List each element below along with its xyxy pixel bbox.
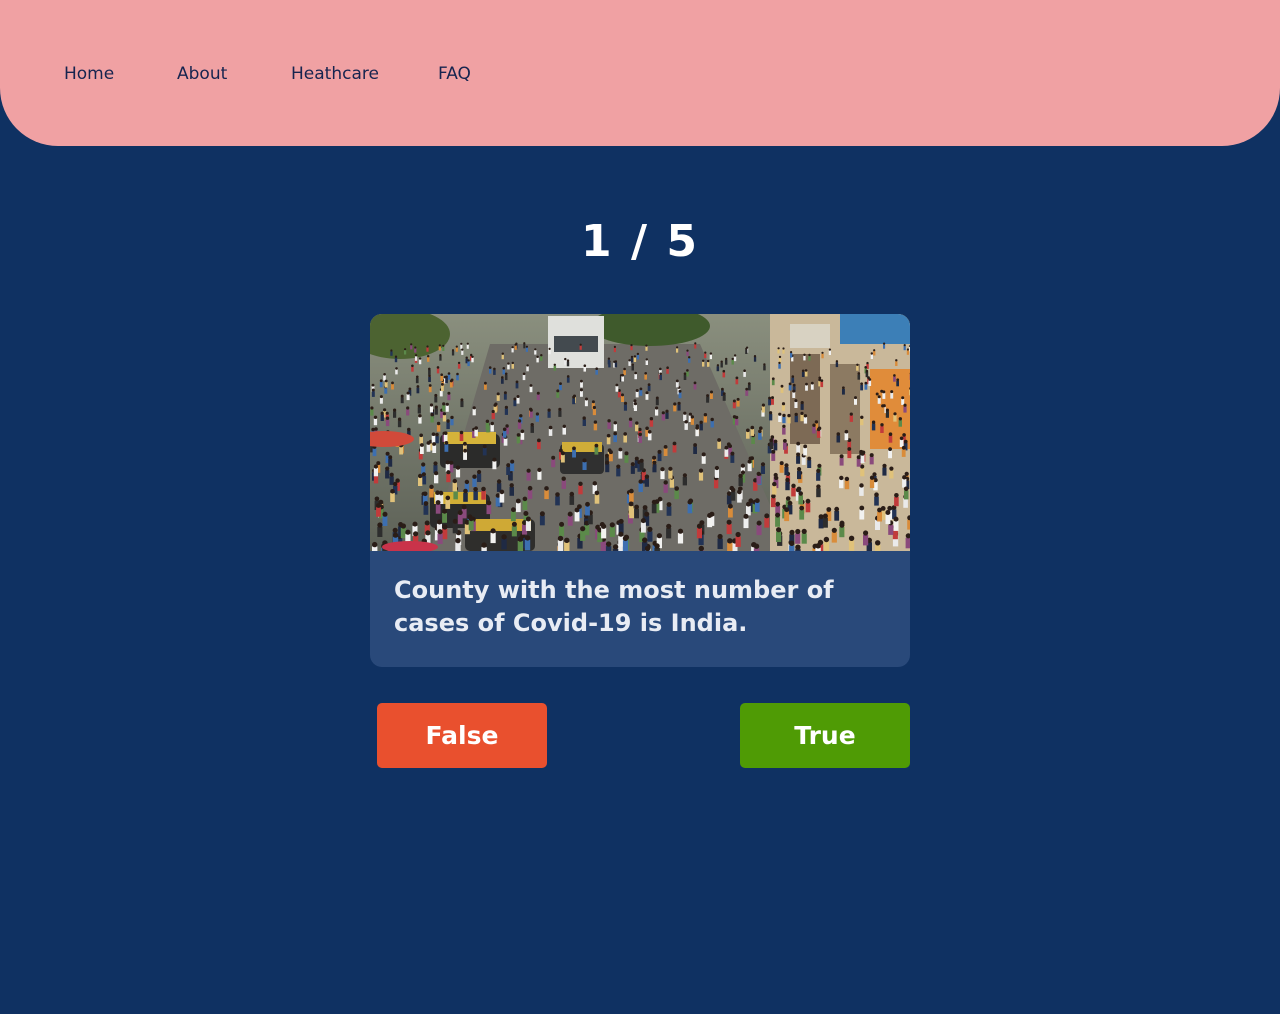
nav-faq-link[interactable]: FAQ: [438, 64, 471, 84]
false-button[interactable]: False: [377, 703, 547, 768]
nav-home-link[interactable]: Home: [64, 64, 114, 84]
true-button[interactable]: True: [740, 703, 910, 768]
question-text: County with the most number of cases of …: [394, 576, 834, 637]
question-progress: 1 / 5: [581, 216, 699, 267]
nav-healthcare-link[interactable]: Heathcare: [291, 64, 379, 84]
crowded-street-photo: [370, 314, 910, 551]
question-card: County with the most number of cases of …: [370, 314, 910, 667]
nav-about-link[interactable]: About: [177, 64, 227, 84]
navbar: Home About Heathcare FAQ: [0, 0, 1280, 146]
